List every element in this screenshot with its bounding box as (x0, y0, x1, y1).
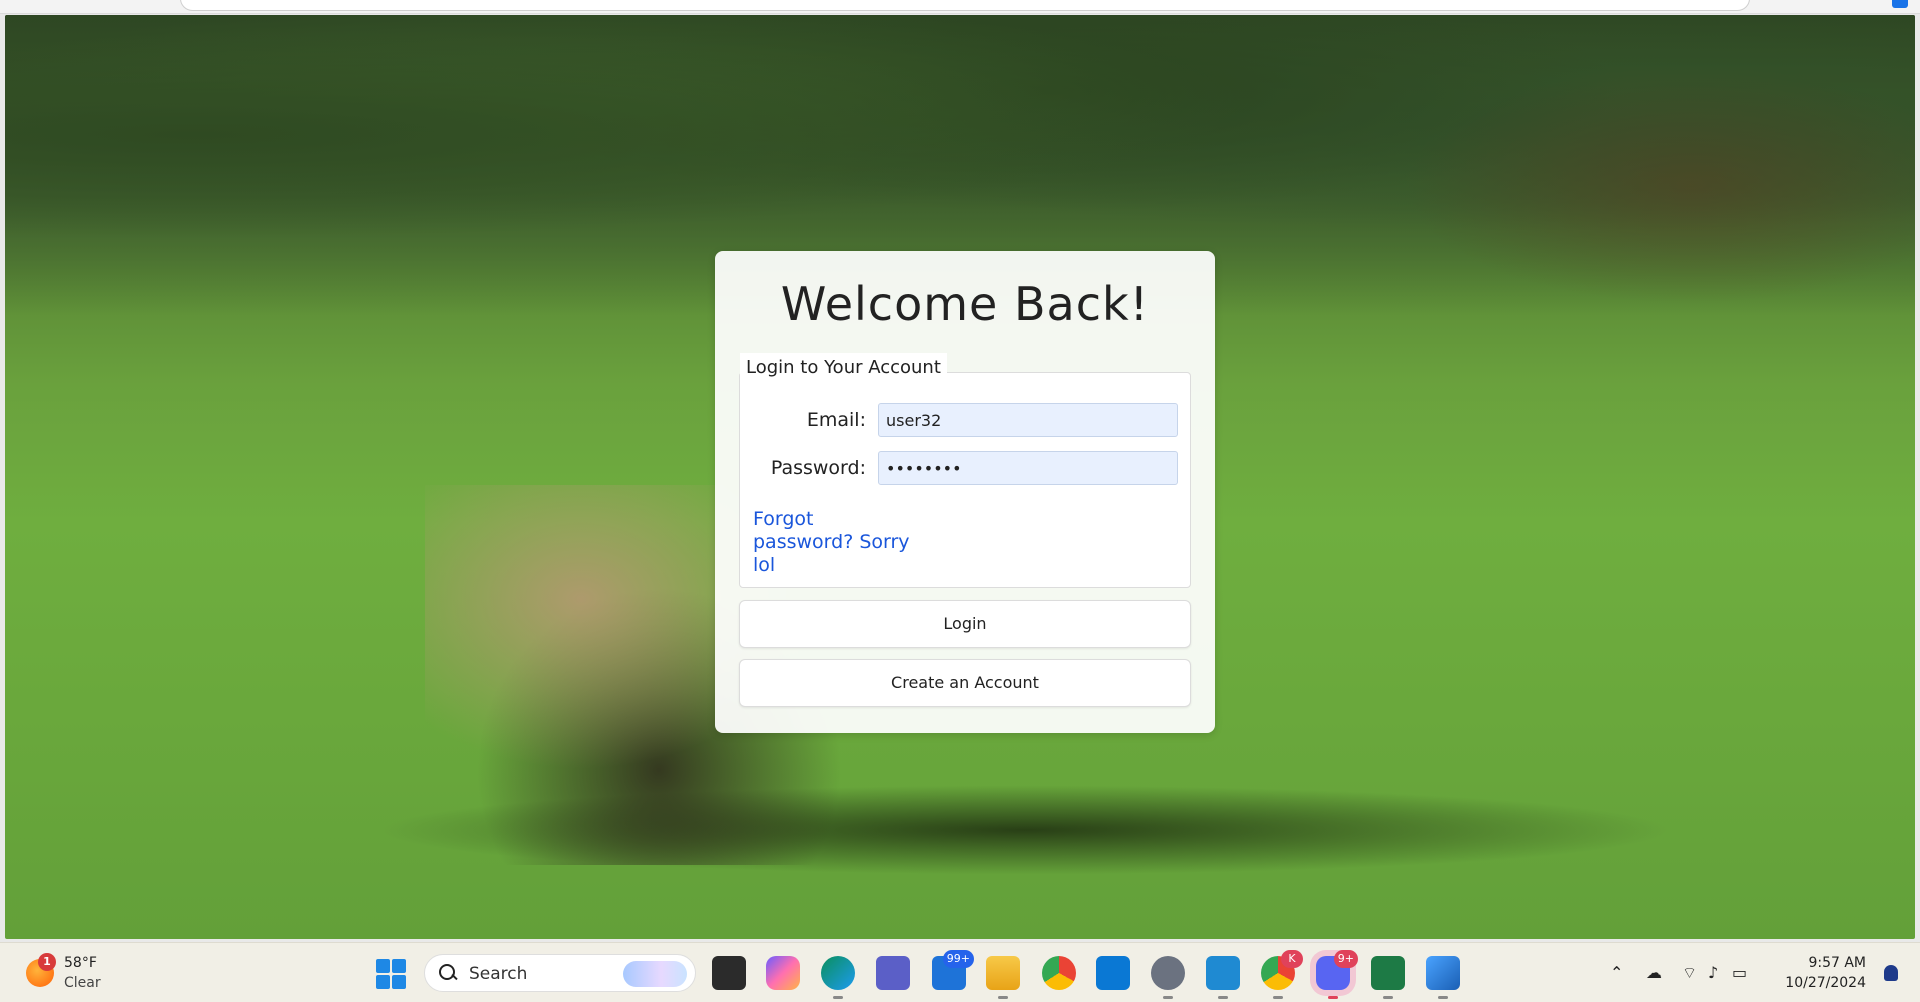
start-button[interactable] (376, 959, 406, 989)
system-tray: ⌃ ☁ ⌔ ♪ ▭ 9:57 AM 10/27/2024 (1590, 943, 1920, 1002)
running-indicator (1163, 996, 1173, 999)
copilot-icon[interactable] (766, 956, 800, 990)
photos-icon[interactable] (1426, 956, 1460, 999)
windows-logo-tile (376, 959, 390, 973)
wifi-icon[interactable]: ⌔ (1682, 963, 1697, 983)
vscode-icon[interactable] (1206, 956, 1240, 999)
taskbar-clock[interactable]: 9:57 AM 10/27/2024 (1785, 953, 1866, 993)
forgot-password-link[interactable]: Forgot password? Sorry lol (753, 508, 913, 577)
search-highlight-art (623, 961, 687, 987)
windows-logo-tile (392, 959, 406, 973)
weather-condition: Clear (64, 975, 101, 991)
running-indicator (833, 996, 843, 999)
running-indicator (1273, 996, 1283, 999)
discord-badge: 9+ (1333, 950, 1358, 968)
weather-temperature: 58°F (64, 955, 97, 971)
running-indicator (1328, 996, 1338, 999)
password-field[interactable]: •••••••• (878, 451, 1178, 485)
taskbar-search[interactable]: Search (424, 954, 696, 992)
excel-icon[interactable] (1371, 956, 1405, 999)
clock-time: 9:57 AM (1808, 955, 1866, 971)
login-button[interactable]: Login (739, 600, 1191, 648)
login-card: Welcome Back! Login to Your Account Emai… (715, 251, 1215, 733)
chrome-icon[interactable] (1042, 956, 1076, 990)
weather-alert-badge: 1 (38, 953, 56, 971)
taskbar: 1 58°F Clear Search 99+ K 9+ ⌃ ☁ ⌔ ♪ ▭ 9… (0, 942, 1920, 1002)
weather-widget[interactable]: 1 58°F Clear (24, 953, 144, 993)
settings-gear-icon[interactable] (1151, 956, 1185, 999)
page-title: Welcome Back! (780, 277, 1150, 331)
search-icon (439, 964, 457, 982)
store-icon[interactable] (1096, 956, 1130, 990)
mail-badge: 99+ (942, 950, 974, 968)
discord-icon[interactable]: 9+ (1316, 950, 1358, 999)
running-indicator (1218, 996, 1228, 999)
running-indicator (998, 996, 1008, 999)
extension-icon[interactable] (1892, 0, 1908, 8)
onedrive-icon[interactable]: ☁ (1646, 963, 1662, 982)
chrome-profile-badge: K (1281, 950, 1303, 968)
battery-icon[interactable]: ▭ (1732, 963, 1747, 982)
page-viewport: Welcome Back! Login to Your Account Emai… (5, 15, 1915, 939)
file-explorer-icon[interactable] (986, 956, 1020, 999)
password-label: Password: (770, 457, 866, 479)
mail-icon[interactable]: 99+ (932, 950, 974, 990)
task-view-icon[interactable] (712, 956, 746, 990)
password-row: Password: •••••••• (740, 451, 1190, 485)
running-indicator (1438, 996, 1448, 999)
volume-icon[interactable]: ♪ (1708, 963, 1718, 982)
fieldset-legend: Login to Your Account (740, 353, 947, 382)
background-hedge (1355, 45, 1915, 325)
windows-logo-tile (392, 975, 406, 989)
address-bar[interactable] (180, 0, 1750, 11)
search-placeholder: Search (469, 964, 528, 984)
chevron-up-icon[interactable]: ⌃ (1610, 963, 1623, 982)
chrome-profile-icon[interactable]: K (1261, 950, 1303, 999)
create-account-button[interactable]: Create an Account (739, 659, 1191, 707)
email-label: Email: (806, 409, 866, 431)
browser-toolbar (0, 0, 1920, 14)
running-indicator (1383, 996, 1393, 999)
email-field[interactable]: user32 (878, 403, 1178, 437)
windows-logo-tile (376, 975, 390, 989)
teams-icon[interactable] (876, 956, 910, 990)
notification-bell-icon[interactable] (1884, 965, 1898, 981)
email-row: Email: user32 (740, 403, 1190, 437)
clock-date: 10/27/2024 (1785, 975, 1866, 991)
edge-icon[interactable] (821, 956, 855, 999)
login-fieldset: Login to Your Account Email: user32 Pass… (739, 353, 1191, 588)
